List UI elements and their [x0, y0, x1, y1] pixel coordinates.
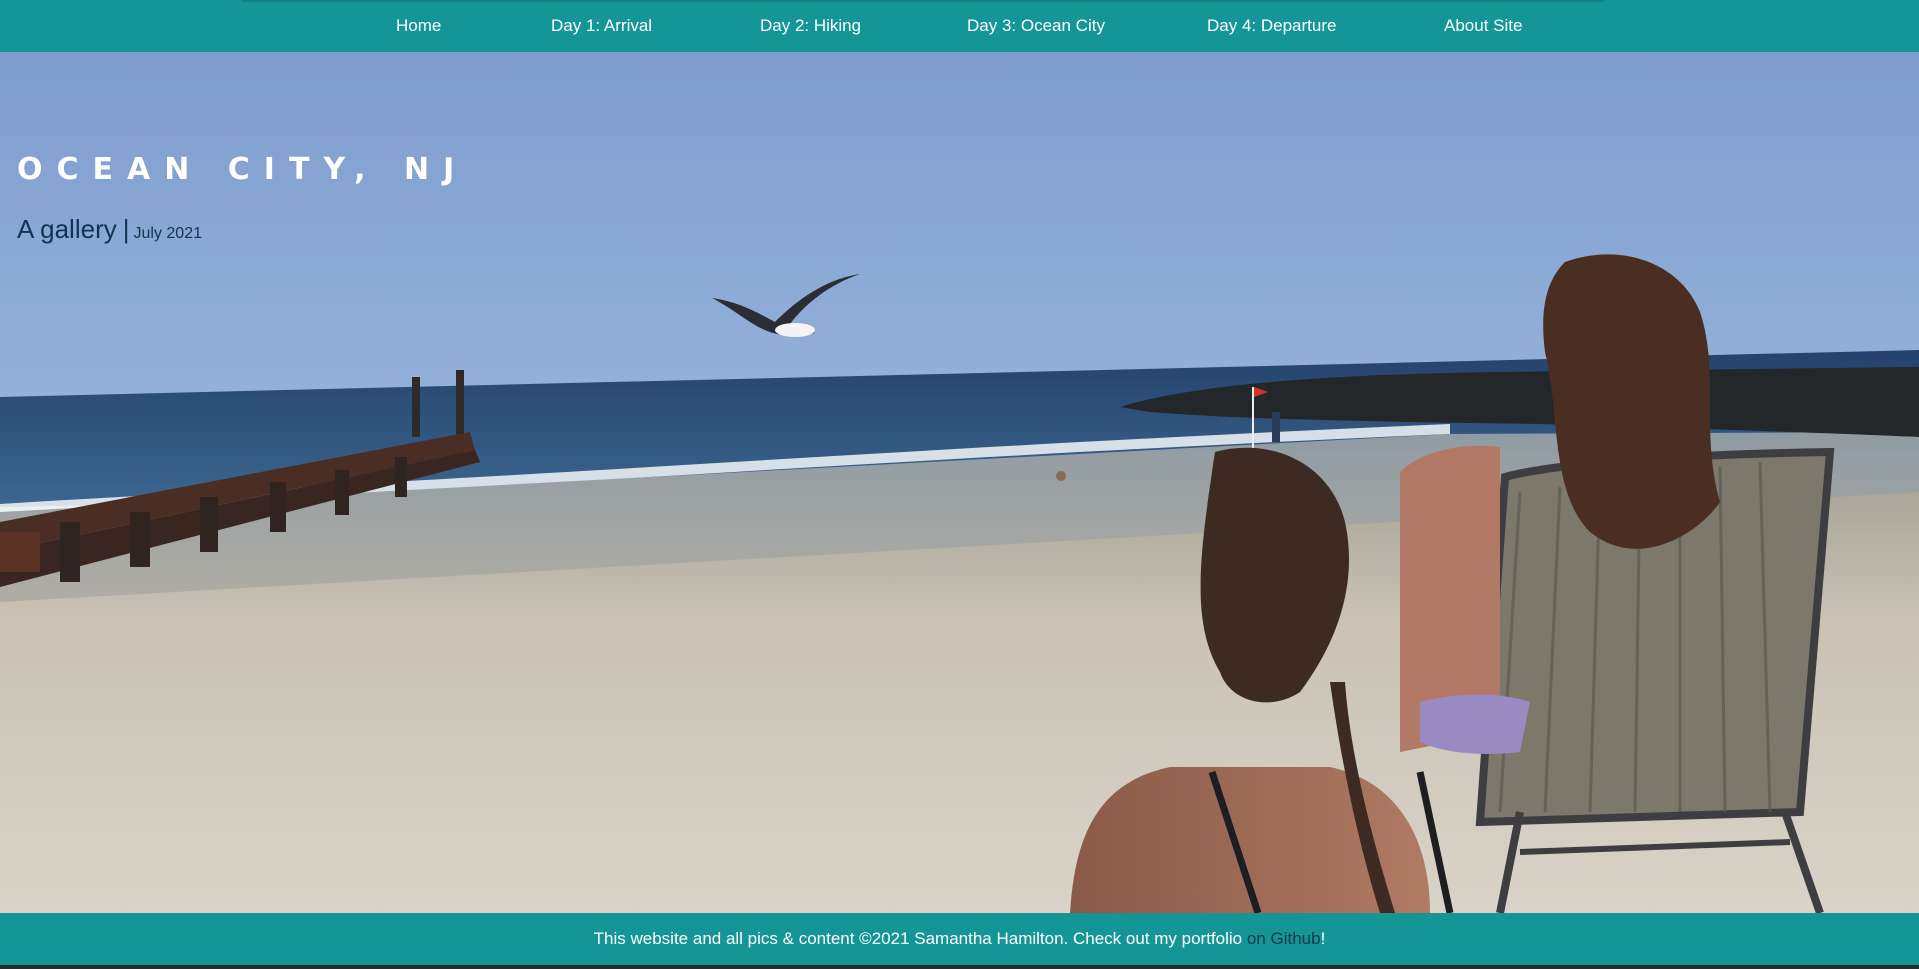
nav-day-4-departure[interactable]: Day 4: Departure [1207, 16, 1336, 36]
nav-day-3-ocean-city[interactable]: Day 3: Ocean City [967, 16, 1105, 36]
gallery-subtitle: A gallery | July 2021 [17, 214, 202, 245]
subtitle-date: July 2021 [133, 225, 203, 242]
site-title: OCEAN CITY, NJ [17, 152, 469, 187]
nav-about-site[interactable]: About Site [1444, 16, 1522, 36]
subtitle-separator: | [122, 214, 130, 244]
subtitle-text: A gallery [17, 214, 117, 244]
bottom-strip [0, 965, 1919, 969]
footer-text: This website and all pics & content ©202… [593, 929, 1243, 948]
nav-top-border [242, 0, 1604, 2]
child-on-beach [1056, 471, 1066, 481]
top-navigation: Home Day 1: Arrival Day 2: Hiking Day 3:… [0, 0, 1919, 52]
hero-banner: OCEAN CITY, NJ A gallery | July 2021 [0, 52, 1919, 913]
github-link[interactable]: on Github [1247, 929, 1321, 949]
nav-home[interactable]: Home [396, 16, 441, 36]
footer-suffix: ! [1320, 929, 1326, 948]
nav-day-1-arrival[interactable]: Day 1: Arrival [551, 16, 652, 36]
page: Home Day 1: Arrival Day 2: Hiking Day 3:… [0, 0, 1919, 969]
footer: This website and all pics & content ©202… [0, 913, 1919, 965]
distant-person [1272, 412, 1280, 442]
nav-day-2-hiking[interactable]: Day 2: Hiking [760, 16, 861, 36]
